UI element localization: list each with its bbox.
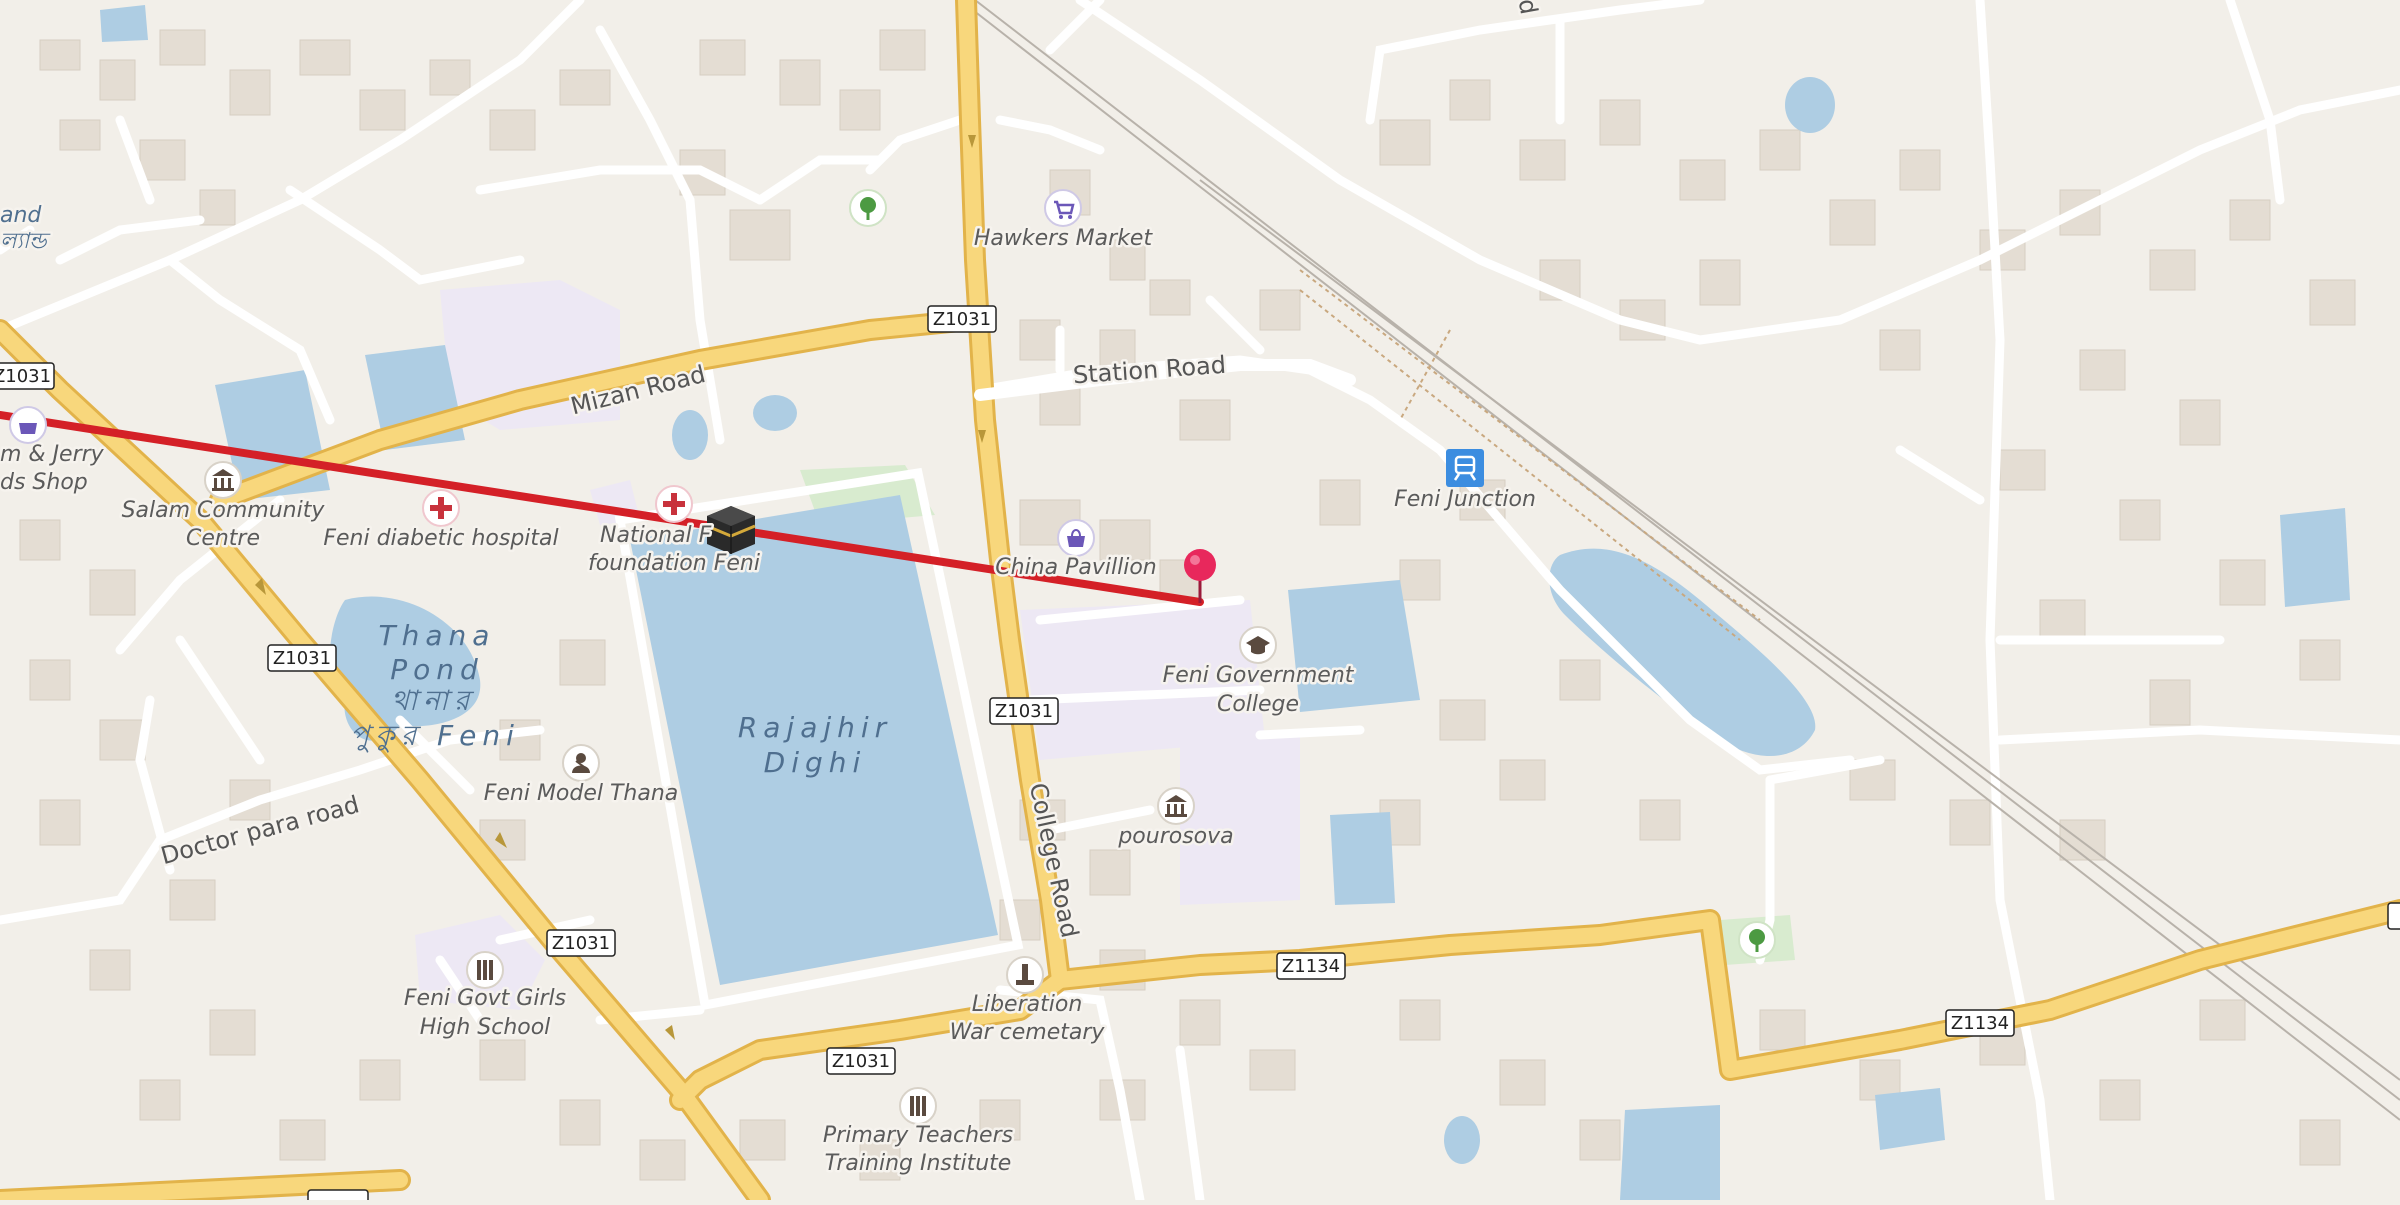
svg-text:Z1031: Z1031 bbox=[933, 309, 991, 330]
feni-gov-college-label-1: Feni Government bbox=[1163, 663, 1355, 688]
tree-icon[interactable] bbox=[1738, 921, 1776, 959]
national-foundation-label-1: National F bbox=[600, 523, 712, 548]
z1031-shield: Z1031 bbox=[989, 697, 1059, 725]
pourosova-label: pourosova bbox=[1117, 824, 1233, 849]
thana-pond-label-3: থানার bbox=[391, 684, 476, 717]
svg-text:Z1134: Z1134 bbox=[1282, 956, 1340, 977]
svg-text:Z1134: Z1134 bbox=[1951, 1013, 2009, 1034]
map-canvas[interactable]: Rajajhir Dighi Thana Pond থানার পুকুর Fe… bbox=[0, 0, 2400, 1205]
svg-text:Z1031: Z1031 bbox=[0, 366, 51, 387]
road-shield-partial-bottom bbox=[307, 1189, 369, 1205]
feni-diabetic-label: Feni diabetic hospital bbox=[323, 526, 558, 551]
china-pavillion-label: China Pavillion bbox=[995, 555, 1156, 580]
z1031-shield: Z1031 bbox=[0, 362, 55, 390]
svg-text:Z1031: Z1031 bbox=[995, 701, 1053, 722]
tom-jerry-label-2: ds Shop bbox=[0, 470, 88, 495]
svg-text:Z1031: Z1031 bbox=[273, 648, 331, 669]
shopping-cart-icon[interactable] bbox=[1044, 189, 1082, 227]
tom-jerry-label-1: m & Jerry bbox=[0, 442, 105, 467]
hawkers-market-label: Hawkers Market bbox=[974, 226, 1154, 251]
school-icon[interactable] bbox=[899, 1087, 937, 1125]
z1134-shield: Z1134 bbox=[1945, 1009, 2015, 1037]
map-view[interactable]: Rajajhir Dighi Thana Pond থানার পুকুর Fe… bbox=[0, 0, 2400, 1205]
feni-govt-girls-label-1: Feni Govt Girls bbox=[404, 986, 566, 1011]
road-shield-partial bbox=[2387, 902, 2400, 930]
shopping-bag-icon[interactable] bbox=[1057, 519, 1095, 557]
svg-text:Z1031: Z1031 bbox=[552, 933, 610, 954]
primary-teachers-label-1: Primary Teachers bbox=[823, 1123, 1013, 1148]
svg-text:Z1031: Z1031 bbox=[832, 1051, 890, 1072]
z1031-shield: Z1031 bbox=[826, 1047, 896, 1075]
feni-model-thana-label: Feni Model Thana bbox=[484, 781, 679, 806]
feni-gov-college-label-2: College bbox=[1217, 692, 1299, 717]
partial-and-label-1: and bbox=[0, 203, 42, 228]
kaaba-icon[interactable] bbox=[706, 506, 756, 554]
partial-and-label-2: ল্যান্ড bbox=[0, 229, 51, 254]
z1134-shield: Z1134 bbox=[1276, 952, 1346, 980]
z1031-shield: Z1031 bbox=[267, 644, 337, 672]
z1031-shield: Z1031 bbox=[546, 929, 616, 957]
rajajhir-label-2: Dighi bbox=[764, 746, 867, 779]
feni-junction-label: Feni Junction bbox=[1394, 487, 1536, 512]
hospital-cross-icon[interactable] bbox=[655, 485, 693, 523]
liberation-label-1: Liberation bbox=[972, 992, 1083, 1017]
thana-pond-label-1: Thana bbox=[379, 619, 496, 652]
graduation-cap-icon[interactable] bbox=[1239, 626, 1277, 664]
tree-icon[interactable] bbox=[849, 189, 887, 227]
memorial-icon[interactable] bbox=[1006, 956, 1044, 994]
rajajhir-label-1: Rajajhir bbox=[738, 711, 892, 744]
salam-centre-label-1: Salam Community bbox=[122, 498, 326, 523]
school-icon[interactable] bbox=[466, 951, 504, 989]
train-station-icon[interactable] bbox=[1446, 449, 1484, 487]
z1031-shield: Z1031 bbox=[927, 305, 997, 333]
town-hall-icon[interactable] bbox=[204, 461, 242, 499]
town-hall-icon[interactable] bbox=[1157, 787, 1195, 825]
feni-govt-girls-label-2: High School bbox=[420, 1015, 551, 1040]
shopping-bag-icon[interactable] bbox=[9, 406, 47, 444]
hospital-cross-icon[interactable] bbox=[422, 489, 460, 527]
primary-teachers-label-2: Training Institute bbox=[825, 1151, 1012, 1176]
thana-pond-label-4: পুকুর Feni bbox=[350, 719, 520, 753]
salam-centre-label-2: Centre bbox=[186, 526, 260, 551]
national-foundation-label-2: foundation Feni bbox=[588, 551, 760, 576]
thana-pond-label-2: Pond bbox=[390, 653, 484, 686]
liberation-label-2: War cemetary bbox=[950, 1020, 1106, 1045]
police-icon[interactable] bbox=[562, 744, 600, 782]
